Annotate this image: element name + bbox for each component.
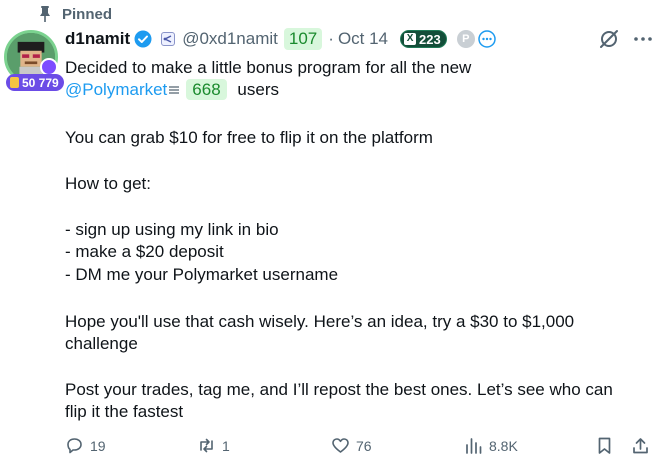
reply-button[interactable]: 19 (65, 436, 106, 455)
tweet-header: d1namit @0xd1namit 107 · Oct 14 X 223 P (65, 27, 496, 51)
score-badge: 50 779 (6, 74, 64, 91)
tweet-paragraph: flip it the fastest (65, 402, 184, 421)
x-count-badge[interactable]: X 223 (400, 30, 447, 48)
pinned-label: Pinned (62, 5, 113, 23)
tweet-paragraph: challenge (65, 334, 138, 353)
separator-dot: · (328, 29, 334, 48)
views-button[interactable]: 8.8K (464, 436, 518, 455)
tweet-text-line-2: @Polymarket 668 users (65, 79, 655, 101)
handle-count-badge: 107 (283, 28, 323, 50)
share-icon (633, 438, 648, 454)
repost-icon (200, 438, 213, 453)
tweet-paragraph: Hope you'll use that cash wisely. Here’s… (65, 312, 575, 331)
bookmark-button[interactable] (595, 436, 614, 455)
pin-icon (40, 6, 50, 22)
medal-icon (10, 77, 19, 88)
tweet-paragraph: Post your trades, tag me, and I’ll repos… (65, 380, 613, 399)
tweet-paragraph: You can grab $10 for free to flip it on … (65, 128, 433, 147)
dots-circle-icon[interactable] (477, 30, 496, 48)
views-count: 8.8K (489, 437, 518, 454)
reply-count: 19 (90, 437, 106, 454)
views-icon (466, 438, 482, 454)
repost-count: 1 (222, 437, 230, 454)
x-logo-icon: X (404, 33, 417, 45)
bookmark-icon (598, 437, 611, 454)
like-count: 76 (356, 437, 372, 454)
heart-icon (332, 438, 349, 453)
display-name[interactable]: d1namit (65, 29, 130, 49)
tweet-list-item: - sign up using my link in bio (65, 220, 279, 239)
pinned-indicator: Pinned (38, 4, 112, 24)
grok-icon[interactable] (599, 28, 619, 50)
tweet-paragraph: How to get: (65, 174, 151, 193)
more-icon[interactable] (633, 31, 653, 47)
tweet-list-item: - make a $20 deposit (65, 242, 224, 261)
tweet-text-line-1: Decided to make a little bonus program f… (65, 58, 472, 77)
p-badge-icon[interactable]: P (456, 30, 475, 48)
mention-count-badge: 668 (186, 79, 227, 100)
x-count-value: 223 (419, 31, 441, 47)
tweet-list-item: - DM me your Polymarket username (65, 265, 339, 284)
reply-icon (67, 438, 82, 454)
mention-link[interactable]: @Polymarket (65, 80, 167, 99)
verified-badge-icon[interactable] (134, 30, 152, 48)
score-value: 50 779 (22, 75, 59, 90)
avatar-group[interactable]: 50 779 (4, 30, 64, 94)
share-button[interactable] (631, 436, 650, 455)
tweet-text-fragment: users (237, 80, 279, 99)
repost-button[interactable]: 1 (197, 436, 230, 455)
like-button[interactable]: 76 (331, 436, 372, 455)
tweet-actions: 19 1 76 8.8K (65, 436, 660, 460)
list-icon (169, 86, 180, 94)
extension-icon[interactable] (160, 31, 176, 47)
tweet-date[interactable]: Oct 14 (338, 29, 388, 49)
user-handle[interactable]: @0xd1namit (182, 29, 278, 49)
